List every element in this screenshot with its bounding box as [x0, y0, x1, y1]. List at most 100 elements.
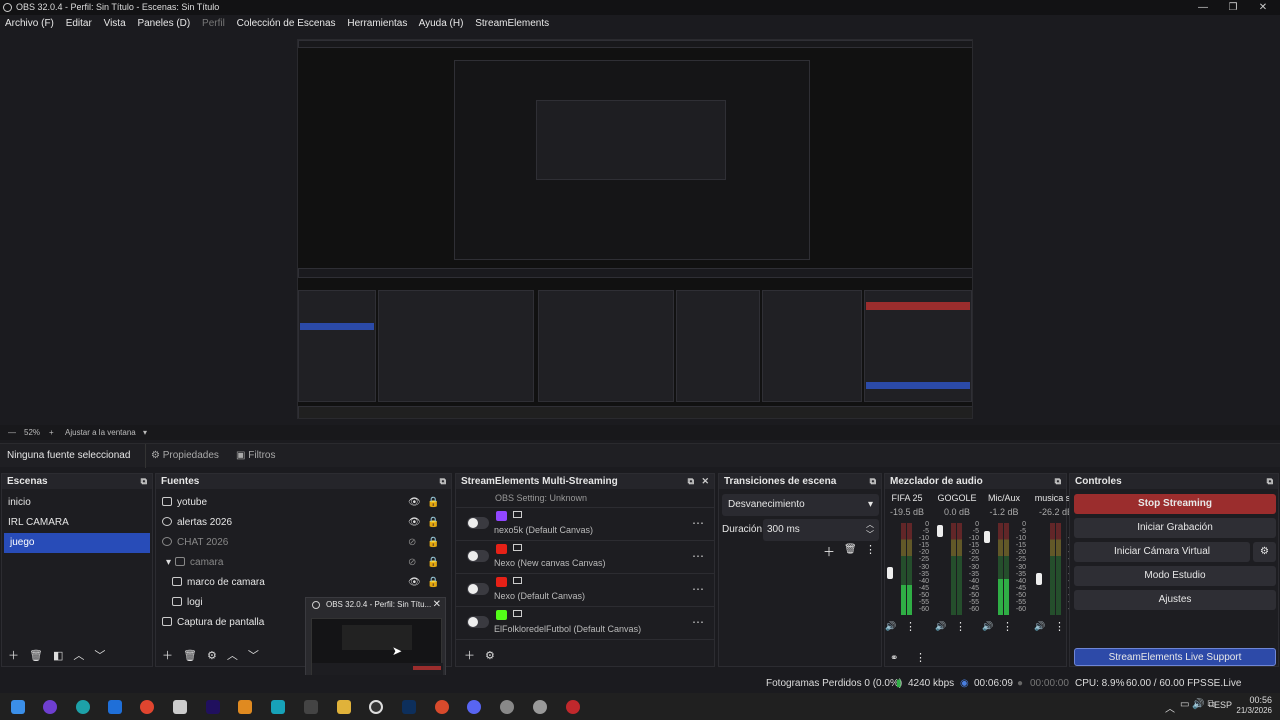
- destination-toggle[interactable]: [467, 517, 489, 529]
- store-icon[interactable]: [173, 700, 187, 714]
- eye-hidden-icon[interactable]: ⊘: [408, 553, 416, 573]
- eye-hidden-icon[interactable]: ⊘: [408, 533, 416, 553]
- menu-paneles[interactable]: Paneles (D): [137, 18, 190, 29]
- duration-input[interactable]: 300 ms ︿ ﹀: [763, 519, 879, 541]
- gear-icon[interactable]: ⚙: [485, 650, 495, 662]
- undock-icon[interactable]: ⧉: [870, 474, 876, 489]
- lock-icon[interactable]: 🔒: [427, 513, 439, 533]
- speaker-icon[interactable]: 🔊: [982, 621, 993, 632]
- add-icon[interactable]: ＋: [464, 650, 475, 662]
- more-vertical-icon[interactable]: ⋮: [1054, 620, 1065, 633]
- add-icon[interactable]: ＋: [8, 650, 19, 662]
- properties-button[interactable]: ⚙ Propiedades: [151, 444, 219, 468]
- stream-destination[interactable]: Nexo (New canvas Canvas) ⋯: [456, 541, 714, 574]
- undock-icon[interactable]: ⧉: [1267, 474, 1273, 489]
- tray-chevron-icon[interactable]: ︿: [1165, 700, 1175, 715]
- add-icon[interactable]: ＋: [823, 543, 835, 560]
- source-item[interactable]: marco de camara 👁 🔒: [156, 573, 451, 593]
- lock-icon[interactable]: 🔒: [427, 493, 439, 513]
- zoom-fit-label[interactable]: Ajustar a la ventana: [65, 425, 136, 440]
- speaker-icon[interactable]: 🔊: [935, 621, 946, 632]
- tray-icons[interactable]: ▭ 🔊 ⧉: [1180, 699, 1215, 710]
- source-item[interactable]: yotube 👁 🔒: [156, 493, 451, 513]
- stream-destination[interactable]: nexo5k (Default Canvas) ⋯: [456, 508, 714, 541]
- stop-streaming-button[interactable]: Stop Streaming: [1074, 494, 1276, 514]
- folder-icon[interactable]: [337, 700, 351, 714]
- menu-editar[interactable]: Editar: [66, 18, 92, 29]
- discord-icon[interactable]: [467, 700, 481, 714]
- menu-herramientas[interactable]: Herramientas: [347, 18, 407, 29]
- menu-archivo[interactable]: Archivo (F): [5, 18, 54, 29]
- chevron-down-icon[interactable]: ▾: [166, 557, 171, 568]
- lock-icon[interactable]: 🔒: [427, 573, 439, 593]
- obs-taskbar-icon[interactable]: [369, 700, 383, 714]
- restore-icon[interactable]: ❐: [1218, 0, 1248, 15]
- eye-icon[interactable]: 👁: [408, 493, 421, 513]
- app-icon[interactable]: [271, 700, 285, 714]
- undock-icon[interactable]: ⧉: [440, 474, 446, 489]
- link-icon[interactable]: ⚭: [890, 653, 898, 664]
- studio-mode-button[interactable]: Modo Estudio: [1074, 566, 1276, 586]
- close-icon[interactable]: ✕: [433, 599, 441, 610]
- scene-item[interactable]: inicio: [2, 493, 152, 513]
- start-recording-button[interactable]: Iniciar Grabación: [1074, 518, 1276, 538]
- app-icon[interactable]: [238, 700, 252, 714]
- down-icon[interactable]: ﹀: [94, 650, 105, 662]
- copilot-icon[interactable]: [43, 700, 57, 714]
- photoshop-icon[interactable]: [402, 700, 416, 714]
- undock-icon[interactable]: ⧉: [1055, 474, 1061, 489]
- more-icon[interactable]: ⋯: [692, 516, 704, 530]
- chrome-icon[interactable]: [140, 700, 154, 714]
- virtual-camera-button[interactable]: Iniciar Cámara Virtual: [1074, 542, 1250, 562]
- close-icon[interactable]: ✕: [701, 474, 709, 489]
- menu-ayuda[interactable]: Ayuda (H): [419, 18, 464, 29]
- source-item[interactable]: CHAT 2026 ⊘ 🔒: [156, 533, 451, 553]
- chrome-icon[interactable]: [435, 700, 449, 714]
- trash-icon[interactable]: 🗑: [183, 650, 197, 662]
- close-icon[interactable]: ✕: [1248, 0, 1278, 15]
- filter-icon[interactable]: ◧: [53, 650, 63, 662]
- eye-icon[interactable]: 👁: [408, 513, 421, 533]
- clock-time[interactable]: 00:56: [1240, 695, 1272, 705]
- virtual-camera-settings-icon[interactable]: ⚙: [1253, 542, 1276, 562]
- more-vertical-icon[interactable]: ⋮: [955, 620, 966, 633]
- destination-toggle[interactable]: [467, 550, 489, 562]
- trash-icon[interactable]: 🗑: [29, 650, 43, 662]
- volume-fader[interactable]: [1036, 573, 1042, 585]
- destination-toggle[interactable]: [467, 616, 489, 628]
- trash-icon[interactable]: 🗑: [844, 544, 857, 555]
- zoom-out-button[interactable]: —: [8, 425, 16, 440]
- scene-item[interactable]: IRL CAMARA: [2, 513, 152, 533]
- more-vertical-icon[interactable]: ⋮: [865, 543, 876, 556]
- stream-destination[interactable]: ElFolkloredelFutbol (Default Canvas) ⋯: [456, 607, 714, 640]
- more-icon[interactable]: ⋯: [692, 582, 704, 596]
- app-icon[interactable]: [566, 700, 580, 714]
- stream-destination[interactable]: Nexo (Default Canvas) ⋯: [456, 574, 714, 607]
- down-icon[interactable]: ﹀: [248, 650, 259, 662]
- menu-perfil[interactable]: Perfil: [202, 18, 225, 29]
- undock-icon[interactable]: ⧉: [688, 474, 694, 489]
- destination-toggle[interactable]: [467, 583, 489, 595]
- undock-icon[interactable]: ⧉: [141, 474, 147, 489]
- transition-select[interactable]: Desvanecimiento ▾: [722, 494, 879, 516]
- windows-start-icon[interactable]: [11, 700, 25, 714]
- scene-item-selected[interactable]: juego: [4, 533, 150, 553]
- program-preview[interactable]: [297, 39, 973, 419]
- menu-vista[interactable]: Vista: [104, 18, 126, 29]
- volume-fader[interactable]: [937, 525, 943, 537]
- edge-icon[interactable]: [76, 700, 90, 714]
- minimize-icon[interactable]: —: [1188, 0, 1218, 15]
- add-icon[interactable]: ＋: [162, 650, 173, 662]
- source-group[interactable]: ▾ camara ⊘ 🔒: [156, 553, 451, 573]
- more-icon[interactable]: ⋯: [692, 615, 704, 629]
- app-icon[interactable]: [500, 700, 514, 714]
- live-support-button[interactable]: StreamElements Live Support: [1074, 648, 1276, 666]
- source-item[interactable]: alertas 2026 👁 🔒: [156, 513, 451, 533]
- menu-coleccion[interactable]: Colección de Escenas: [237, 18, 336, 29]
- app-icon[interactable]: [533, 700, 547, 714]
- speaker-icon[interactable]: 🔊: [885, 621, 896, 632]
- eye-icon[interactable]: 👁: [408, 573, 421, 593]
- menu-streamelements[interactable]: StreamElements: [475, 18, 549, 29]
- volume-fader[interactable]: [984, 531, 990, 543]
- up-icon[interactable]: ︿: [227, 650, 238, 662]
